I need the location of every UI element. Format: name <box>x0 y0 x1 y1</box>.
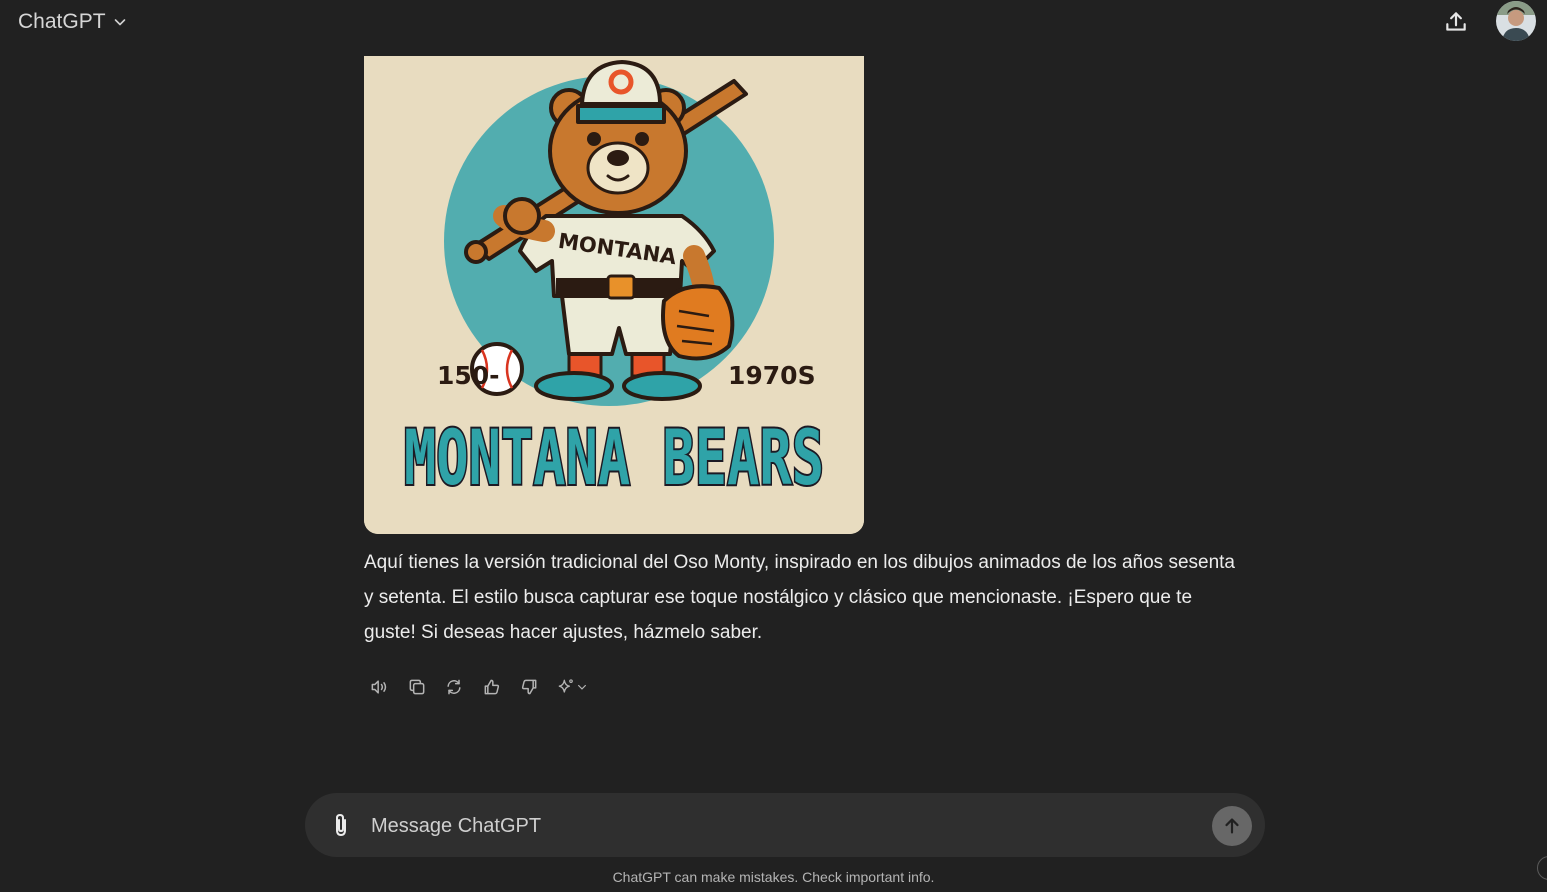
message-composer <box>305 793 1265 857</box>
generated-image[interactable]: 150- 1970S MONTANA MONTANA BEARS <box>364 56 864 534</box>
chevron-down-icon <box>577 684 586 690</box>
share-icon <box>1446 12 1466 31</box>
right-era-text: 1970S <box>728 361 816 390</box>
copy-icon <box>409 679 424 695</box>
team-title-text: MONTANA BEARS <box>404 413 824 502</box>
model-switcher[interactable]: ChatGPT <box>12 6 134 38</box>
model-options-button[interactable] <box>552 672 592 702</box>
thumbs-down-icon <box>521 679 537 695</box>
regenerate-icon <box>447 679 461 695</box>
user-avatar[interactable] <box>1496 1 1536 41</box>
thumbs-down-button[interactable] <box>514 672 544 702</box>
thumbs-up-button[interactable] <box>477 672 507 702</box>
regenerate-button[interactable] <box>439 672 469 702</box>
model-name: ChatGPT <box>18 10 106 33</box>
avatar-photo <box>1496 1 1536 41</box>
arrow-up-icon <box>1225 818 1239 834</box>
montana-bears-illustration: 150- 1970S MONTANA MONTANA BEARS <box>364 56 864 534</box>
chevron-down-icon <box>114 19 125 26</box>
share-button[interactable] <box>1440 6 1472 38</box>
read-aloud-icon <box>371 680 387 694</box>
left-era-text: 150- <box>437 361 500 390</box>
message-input[interactable] <box>369 809 1193 843</box>
read-aloud-button[interactable] <box>364 672 394 702</box>
top-bar: ChatGPT <box>0 0 1547 44</box>
thumbs-up-icon <box>484 679 499 695</box>
copy-button[interactable] <box>402 672 432 702</box>
assistant-message: Aquí tienes la versión tradicional del O… <box>364 552 1235 643</box>
send-button[interactable] <box>1212 806 1252 846</box>
sparkle-icon <box>558 679 573 693</box>
attach-button[interactable] <box>327 811 355 839</box>
paperclip-icon <box>336 813 346 837</box>
disclaimer-text: ChatGPT can make mistakes. Check importa… <box>612 869 935 885</box>
message-actions <box>364 672 599 702</box>
